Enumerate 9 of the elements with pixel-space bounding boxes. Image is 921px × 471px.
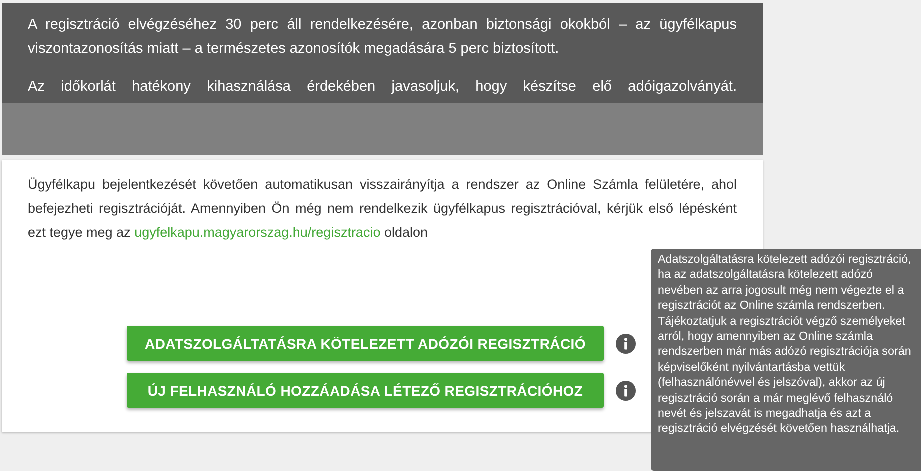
info-paragraph: Ügyfélkapu bejelentkezését követően automatikusan visszairányítja a rendszer az Online Számla felületére, ahol befejezheti regisztrációját. Amennyiben Ön még nem rendelkezik ügyfélkapus regisztrációval, kérjük első lépésként ezt tegye meg az ugyfelkapu.magyarorszag.hu/regisztracio oldalon — [28, 176, 737, 242]
notice-text: Az időkorlát hatékony kihasználása érdekében javasoljuk, hogy készítse elő adóigazolványát. — [28, 78, 737, 97]
registration-button[interactable]: ADATSZOLGÁLTATÁSRA KÖTELEZETT ADÓZÓI REGISZTRÁCIÓ — [127, 326, 604, 361]
info-icon[interactable] — [616, 380, 636, 400]
tooltip: Adatszolgáltatásra kötelezett adózói regisztráció, ha az adatszolgáltatásra kötelezett adózó nevében az arra jogosult még nem végezte el a regisztrációt az Online számla rendszerben. Tájékoztatjuk a regisztrációt végző személyeket arról, hogy amennyiben az Online számla rendszerben már más adózó regisztrációja során képviselőként nyilvántartásba vettük (felhasználónévvel és jelszóval), akkor az új regisztráció során a már meglévő felhasználó nevét és jelszavát is megadhatja és azt a regisztráció elvégzését követően használhatja. — [651, 249, 921, 471]
registration-link[interactable]: ugyfelkapu.magyarorszag.hu/regisztracio — [134, 225, 381, 240]
info-icon[interactable] — [616, 334, 636, 354]
registration-button[interactable]: ÚJ FELHASZNÁLÓ HOZZÁADÁSA LÉTEZŐ REGISZTRÁCIÓHOZ — [127, 373, 604, 408]
notice-text: A regisztráció elvégzéséhez 30 perc áll rendelkezésére, azonban biztonsági okokból – az ügyfélkapus viszontazonosítás miatt – a természetes azonosítók megadására 5 perc biztosított. — [28, 16, 737, 59]
